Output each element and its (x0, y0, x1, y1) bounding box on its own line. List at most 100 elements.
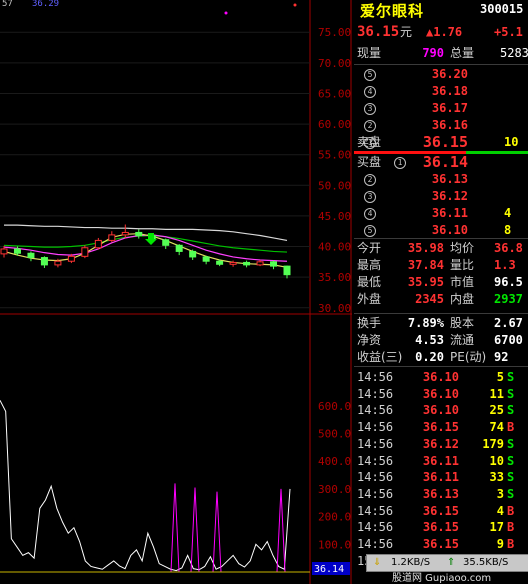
price-axis-tick: 40.00 (318, 241, 351, 254)
tick-row: 14:56 36.13 3S (354, 486, 528, 503)
tick-price: 36.11 (422, 453, 459, 468)
tick-price: 36.13 (422, 486, 459, 501)
candle-body (270, 261, 278, 267)
level-icon: 3 (364, 191, 376, 203)
stat-row: 今开 35.98 均价 36.8 (354, 240, 528, 257)
bid-row: 1 36.14 (354, 154, 528, 171)
tick-time: 14:56 (357, 386, 394, 401)
bid-price: 36.10 (431, 223, 468, 237)
volume-axis-tick: 500.0 (318, 428, 351, 441)
stock-name: 爱尔眼科 (360, 2, 425, 20)
price-change: ▲1.76 (426, 25, 463, 39)
level-icon: 1 (394, 157, 406, 169)
kline-chart[interactable]: 57 36.29 75.00 70.00 65.00 60.00 55.00 50.00 4… (0, 0, 352, 584)
stat-label-2: 流通 (450, 333, 475, 347)
volume-axis-tick: 400.0 (318, 455, 351, 468)
tick-row: 14:56 36.12 179 S (354, 436, 528, 453)
tick-price: 36.10 (422, 403, 459, 418)
candle-body (229, 261, 237, 265)
stat-label-2: 量比 (450, 258, 475, 272)
tick-row: 14:56 36.10 25 S (354, 402, 528, 419)
candle-body (175, 244, 183, 252)
candle-body (283, 265, 291, 276)
candle-body (256, 261, 264, 266)
bid-vol: 4 (504, 206, 512, 220)
tick-price: 36.15 (422, 420, 459, 435)
stat-label-1: 净资 (357, 333, 382, 347)
tick-price: 36.11 (422, 470, 459, 485)
quote-panel: 爱尔眼科 300015 36.15 元 ▲1.76 +5.1 现量 790 总量… (354, 0, 528, 584)
candle-body (0, 248, 8, 255)
tick-row: 14:56 36.11 33 S (354, 469, 528, 486)
candle-body (54, 260, 62, 266)
candle-body (13, 248, 21, 254)
tick-vol: 33 (489, 470, 504, 485)
candle-body (216, 260, 224, 265)
now-vol-label: 现量 (357, 46, 382, 60)
tick-vol: 11 (489, 386, 504, 401)
ask-row: 4 36.18 (354, 83, 528, 100)
tick-vol: 10 (489, 453, 504, 468)
stat-value-1: 35.98 (407, 241, 444, 255)
stat-value-2: 2.67 (494, 316, 523, 330)
price-axis-tick: 65.00 (318, 87, 351, 100)
stat-row: 最高 37.84 量比 1.3 (354, 257, 528, 274)
stat-value-2: 6700 (494, 333, 523, 347)
candle-body (94, 239, 102, 249)
volume-row: 现量 790 总量 5283 (354, 45, 528, 62)
level-icon: 4 (364, 208, 376, 220)
tick-dir: B (507, 537, 515, 551)
tick-price: 36.15 (422, 537, 459, 551)
tick-time: 14:56 (357, 503, 394, 518)
stat-value-1: 37.84 (407, 258, 444, 272)
stat-label-2: 股本 (450, 316, 475, 330)
stat-value-1: 4.53 (415, 333, 444, 347)
price-axis-tick: 60.00 (318, 118, 351, 131)
current-price-tag-text: 36.14 (314, 564, 344, 575)
candle-body (40, 257, 48, 266)
tick-row: 14:56 36.10 11 S (354, 386, 528, 403)
sell-label: 卖盘 (357, 135, 382, 149)
candle-body (27, 252, 35, 259)
tick-row: 14:56 36.10 5S (354, 369, 528, 386)
stat-label-2: 均价 (450, 241, 475, 255)
tick-row: 14:56 36.15 4B (354, 503, 528, 520)
level-icon: 2 (364, 174, 376, 186)
last-price: 36.15 (357, 24, 400, 40)
stat-label-1: 外盘 (357, 292, 382, 306)
bid-vol: 8 (504, 223, 512, 237)
stat-label-1: 今开 (357, 241, 382, 255)
ask-price: 36.20 (431, 67, 468, 81)
volume-axis-tick: 200.0 (318, 511, 351, 524)
level-icon: 4 (364, 86, 376, 98)
tick-row: 14:56 36.15 9B (354, 536, 528, 553)
tick-time: 14:56 (357, 420, 394, 435)
tick-vol: 3 (496, 486, 504, 501)
stat-value-1: 2345 (415, 292, 444, 306)
tick-row: 14:56 36.15 17 B (354, 519, 528, 536)
stat-row: 换手 7.89% 股本 2.67 (354, 315, 528, 332)
stat-value-2: 36.8 (494, 241, 523, 255)
tick-vol: 17 (489, 520, 504, 535)
tick-dir: S (507, 453, 515, 468)
ask-price: 36.17 (431, 101, 468, 115)
volume-axis-tick: 600.0 (318, 400, 351, 413)
bid-price: 36.13 (431, 172, 468, 186)
stat-row: 外盘 2345 内盘 2937 (354, 291, 528, 308)
stat-row: 最低 35.95 市值 96.5 (354, 274, 528, 291)
tick-vol: 4 (496, 503, 504, 518)
ask-price: 36.18 (431, 84, 468, 98)
tick-time: 14:56 (357, 470, 394, 485)
stat-label-1: 最低 (357, 275, 382, 289)
watermark: 股道网 Gupiaoo.com (392, 573, 492, 584)
bid-row: 3 36.12 (354, 188, 528, 205)
tick-dir: B (507, 503, 515, 518)
now-vol: 790 (422, 46, 444, 60)
stat-label-2: 内盘 (450, 292, 475, 306)
ask-price: 36.16 (431, 118, 468, 132)
bid-price: 36.12 (431, 189, 468, 203)
candle-body (81, 247, 89, 257)
tick-time: 14:56 (357, 370, 394, 384)
tick-row: 14:56 36.11 10 S (354, 453, 528, 470)
stock-code: 300015 (480, 2, 524, 16)
